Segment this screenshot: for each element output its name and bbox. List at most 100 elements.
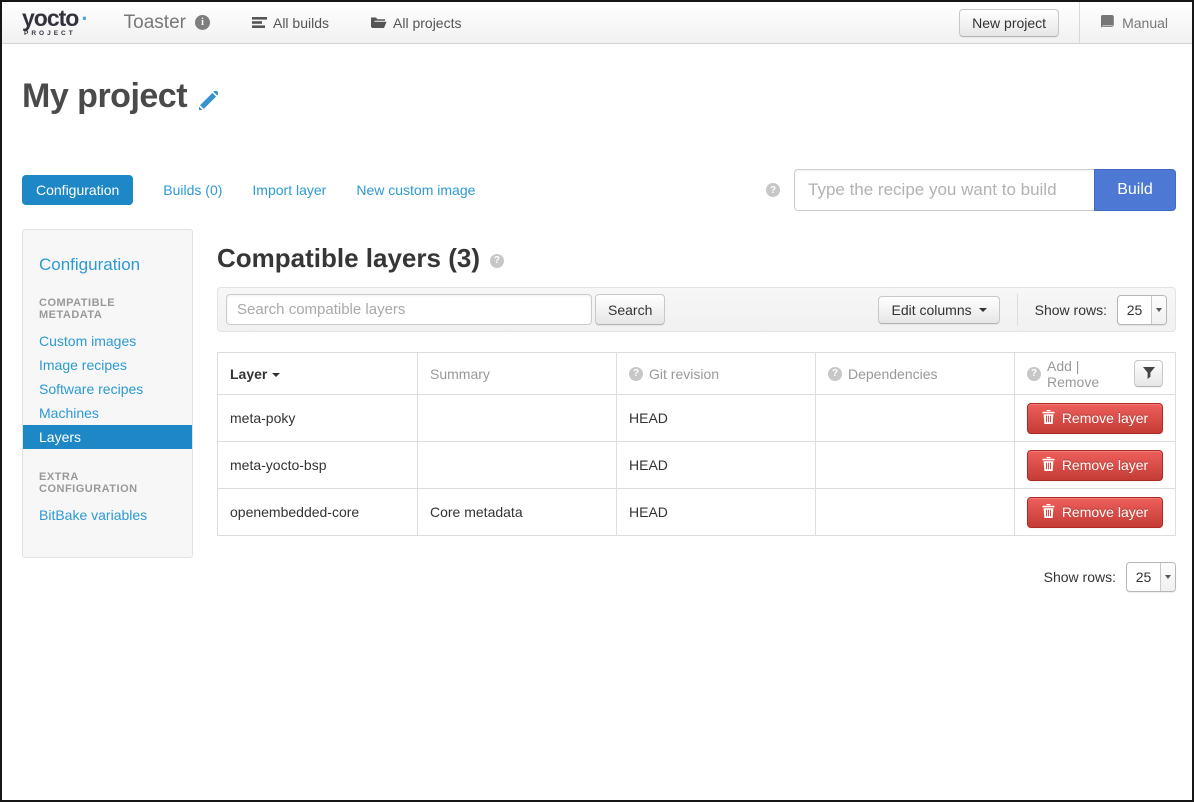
page-title: My project (22, 74, 1176, 119)
remove-layer-label: Remove layer (1062, 457, 1148, 473)
toolbar-divider (1017, 294, 1018, 326)
table-row: openembedded-core Core metadata HEAD Rem… (218, 489, 1176, 536)
tab-import-layer[interactable]: Import layer (252, 182, 326, 198)
section-help-icon[interactable]: ? (490, 254, 504, 268)
layer-name-cell: meta-poky (218, 395, 418, 442)
remove-layer-label: Remove layer (1062, 410, 1148, 426)
build-button[interactable]: Build (1094, 169, 1176, 211)
git-revision-cell: HEAD (617, 442, 816, 489)
search-input[interactable] (226, 294, 592, 325)
new-project-button[interactable]: New project (959, 9, 1059, 37)
sidebar-heading-compatible-metadata: COMPATIBLE METADATA (39, 297, 176, 321)
filter-icon (1143, 366, 1155, 382)
nav-all-builds[interactable]: All builds (252, 15, 329, 31)
book-icon (1100, 15, 1115, 31)
yocto-logo-dot: · (81, 6, 87, 31)
summary-cell (418, 442, 617, 489)
nav-all-builds-label: All builds (273, 15, 329, 31)
project-tabs: Configuration Builds (0) Import layer Ne… (22, 169, 1176, 211)
action-cell: Remove layer (1015, 442, 1176, 489)
body-row: Configuration COMPATIBLE METADATA Custom… (22, 229, 1176, 592)
table-row: meta-yocto-bsp HEAD Remove layer (218, 442, 1176, 489)
show-rows-label: Show rows: (1044, 569, 1116, 585)
app-title: Toaster (124, 12, 186, 34)
tab-new-custom-image[interactable]: New custom image (356, 182, 475, 198)
search-button[interactable]: Search (595, 294, 665, 325)
edit-columns-label: Edit columns (891, 302, 971, 318)
info-icon[interactable]: i (195, 15, 210, 30)
layer-name-cell: openembedded-core (218, 489, 418, 536)
show-rows-value: 25 (1118, 296, 1151, 324)
config-sidebar: Configuration COMPATIBLE METADATA Custom… (22, 229, 193, 558)
column-header-layer[interactable]: Layer (218, 353, 418, 395)
manual-label: Manual (1122, 15, 1168, 31)
column-header-git-revision: ?Git revision (617, 353, 816, 395)
builds-list-icon (252, 16, 267, 29)
summary-cell: Core metadata (418, 489, 617, 536)
project-name: My project (22, 77, 187, 116)
compatible-layers-table: Layer Summary ?Git revision ?Dependencie… (217, 352, 1176, 536)
section-title: Compatible layers (3) ? (217, 243, 1176, 274)
select-arrow-icon (1151, 296, 1166, 324)
edit-columns-button[interactable]: Edit columns (878, 296, 999, 324)
build-recipe-input[interactable] (794, 169, 1094, 211)
yocto-logo-subtext: PROJECT (24, 31, 88, 38)
column-header-add-remove: ? Add | Remove (1015, 353, 1176, 395)
remove-layer-button[interactable]: Remove layer (1027, 497, 1163, 528)
action-cell: Remove layer (1015, 395, 1176, 442)
dependencies-help-icon[interactable]: ? (828, 367, 842, 381)
trash-icon (1042, 410, 1055, 427)
show-rows-select-bottom[interactable]: 25 (1126, 562, 1176, 592)
sort-caret-icon (272, 373, 280, 377)
tab-builds[interactable]: Builds (0) (163, 182, 222, 198)
sidebar-item-software-recipes[interactable]: Software recipes (23, 377, 192, 401)
trash-icon (1042, 504, 1055, 521)
summary-cell (418, 395, 617, 442)
sidebar-item-bitbake-variables[interactable]: BitBake variables (23, 503, 192, 527)
chevron-down-icon (979, 308, 987, 312)
column-header-summary: Summary (418, 353, 617, 395)
main-panel: Compatible layers (3) ? Search Edit colu… (217, 229, 1176, 592)
yocto-logo-text: yocto· (22, 7, 88, 30)
bottom-pager: Show rows: 25 (217, 562, 1176, 592)
show-rows-value: 25 (1127, 563, 1160, 591)
manual-link[interactable]: Manual (1100, 15, 1168, 31)
sidebar-item-layers[interactable]: Layers (23, 425, 192, 449)
dependencies-cell (816, 395, 1015, 442)
tab-configuration[interactable]: Configuration (22, 175, 133, 205)
app-window: yocto· PROJECT Toaster i All builds All … (0, 0, 1194, 802)
sidebar-item-configuration[interactable]: Configuration (39, 255, 176, 275)
git-revision-cell: HEAD (617, 395, 816, 442)
page-content: My project Configuration Builds (0) Impo… (2, 74, 1192, 592)
yocto-logo[interactable]: yocto· PROJECT (22, 7, 88, 38)
filter-button[interactable] (1134, 360, 1163, 387)
sidebar-item-image-recipes[interactable]: Image recipes (23, 353, 192, 377)
remove-layer-label: Remove layer (1062, 504, 1148, 520)
add-remove-help-icon[interactable]: ? (1027, 367, 1041, 381)
table-header-row: Layer Summary ?Git revision ?Dependencie… (218, 353, 1176, 395)
nav-all-projects-label: All projects (393, 15, 461, 31)
sidebar-item-custom-images[interactable]: Custom images (23, 329, 192, 353)
table-toolbar: Search Edit columns Show rows: 25 (217, 287, 1176, 332)
table-row: meta-poky HEAD Remove layer (218, 395, 1176, 442)
remove-layer-button[interactable]: Remove layer (1027, 403, 1163, 434)
git-revision-help-icon[interactable]: ? (629, 367, 643, 381)
show-rows-select[interactable]: 25 (1117, 295, 1167, 325)
sidebar-item-machines[interactable]: Machines (23, 401, 192, 425)
navbar-right: New project Manual (959, 2, 1192, 43)
dependencies-cell (816, 489, 1015, 536)
folder-open-icon (371, 16, 387, 29)
navbar-divider (1079, 2, 1080, 43)
layer-name-cell: meta-yocto-bsp (218, 442, 418, 489)
section-title-text: Compatible layers (3) (217, 243, 480, 274)
column-header-dependencies: ?Dependencies (816, 353, 1015, 395)
remove-layer-button[interactable]: Remove layer (1027, 450, 1163, 481)
sidebar-heading-extra-configuration: EXTRA CONFIGURATION (39, 471, 176, 495)
build-help-icon[interactable]: ? (766, 183, 780, 197)
nav-all-projects[interactable]: All projects (371, 15, 461, 31)
edit-pencil-icon[interactable] (199, 80, 218, 119)
trash-icon (1042, 457, 1055, 474)
top-navbar: yocto· PROJECT Toaster i All builds All … (2, 2, 1192, 44)
show-rows-label: Show rows: (1035, 302, 1107, 318)
build-form: ? Build (766, 169, 1176, 211)
